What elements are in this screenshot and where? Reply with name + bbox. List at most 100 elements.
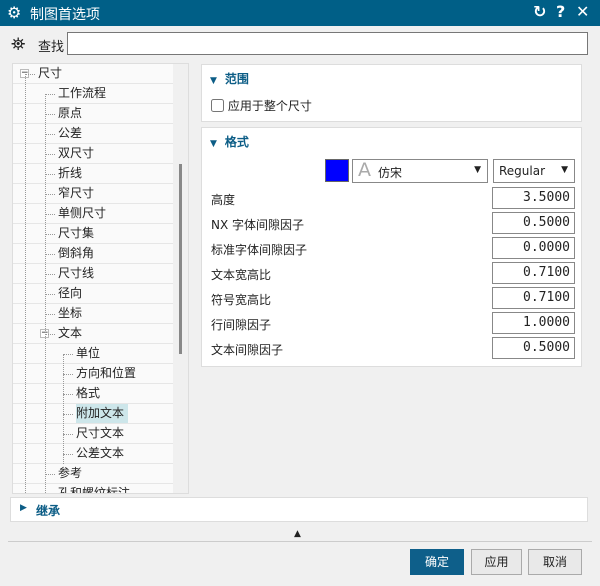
tree-item-label: 孔和螺纹标注 <box>58 486 131 494</box>
tree-item[interactable]: 方向和位置 <box>13 364 173 384</box>
apply-whole-dimension-checkbox[interactable]: 应用于整个尺寸 <box>211 97 312 114</box>
chevron-down-icon: ▼ <box>474 165 481 175</box>
collapse-up-icon[interactable]: ▲ <box>294 529 301 539</box>
tree-item-label: 工作流程 <box>58 86 107 100</box>
chevron-down-icon: ▼ <box>561 165 568 175</box>
search-input[interactable] <box>67 32 588 55</box>
field-value-input[interactable]: 0.7100 <box>492 262 575 284</box>
field-value-input[interactable]: 1.0000 <box>492 312 575 334</box>
reset-icon[interactable]: ↻ <box>533 2 546 21</box>
color-swatch[interactable] <box>325 159 349 182</box>
tree-connector <box>45 214 55 215</box>
tree-connector <box>63 374 73 375</box>
field-label: NX 字体间隙因子 <box>211 218 305 232</box>
tree-connector <box>63 354 73 355</box>
font-dropdown[interactable]: A 仿宋 ▼ <box>352 159 488 183</box>
tree-connector <box>45 154 55 155</box>
apply-button[interactable]: 应用 <box>471 549 522 575</box>
tree-item-label: 双尺寸 <box>58 146 95 160</box>
format-header[interactable]: ▼ 格式 <box>210 133 249 150</box>
tree-item-label: 尺寸 <box>38 66 63 80</box>
tree-connector <box>63 434 73 435</box>
field-value-input[interactable]: 0.5000 <box>492 337 575 359</box>
tree-item[interactable]: 附加文本 <box>13 404 173 424</box>
tree-connector <box>45 94 55 95</box>
field-value-input[interactable]: 0.7100 <box>492 287 575 309</box>
tree-item[interactable]: 尺寸集 <box>13 224 173 244</box>
tree-item[interactable]: − 文本 <box>13 324 173 344</box>
tree-item-label: 参考 <box>58 466 83 480</box>
field-label: 高度 <box>211 193 236 207</box>
tree-item-label: 单侧尺寸 <box>58 206 107 220</box>
tree-item-label: 尺寸文本 <box>76 426 125 440</box>
inherit-section[interactable]: ▶ 继承 <box>10 497 588 522</box>
range-section: ▼ 范围 应用于整个尺寸 <box>201 64 582 122</box>
tree-item[interactable]: 坐标 <box>13 304 173 324</box>
tree-item[interactable]: 参考 <box>13 464 173 484</box>
format-section: ▼ 格式 A 仿宋 ▼ Regular ▼ 高度 3.5000 NX 字体间隙因子 0.… <box>201 127 582 367</box>
inherit-header: 继承 <box>36 504 61 518</box>
tree-connector <box>25 74 26 493</box>
tree-item[interactable]: 格式 <box>13 384 173 404</box>
tree-item[interactable]: 尺寸文本 <box>13 424 173 444</box>
tree-item[interactable]: 双尺寸 <box>13 144 173 164</box>
tree-item-label: 单位 <box>76 346 101 360</box>
tree-connector <box>45 134 55 135</box>
cancel-button[interactable]: 取消 <box>528 549 582 575</box>
tree-connector <box>45 314 55 315</box>
gear-icon: ⚙ <box>7 3 22 22</box>
tree-item-label: 径向 <box>58 286 83 300</box>
tree-item[interactable]: 单位 <box>13 344 173 364</box>
tree-item[interactable]: 倒斜角 <box>13 244 173 264</box>
tree-item[interactable]: 径向 <box>13 284 173 304</box>
tree-item-label: 倒斜角 <box>58 246 95 260</box>
tree-item-label: 原点 <box>58 106 83 120</box>
tree-item[interactable]: 尺寸线 <box>13 264 173 284</box>
tree-item[interactable]: 公差文本 <box>13 444 173 464</box>
field-value-input[interactable]: 3.5000 <box>492 187 575 209</box>
tree-item[interactable]: 工作流程 <box>13 84 173 104</box>
tree-item-label: 公差 <box>58 126 83 140</box>
tree-item[interactable]: 单侧尺寸 <box>13 204 173 224</box>
range-header[interactable]: ▼ 范围 <box>210 70 249 87</box>
tree-item[interactable]: 公差 <box>13 124 173 144</box>
expand-triangle-icon: ▶ <box>20 503 27 513</box>
ok-button[interactable]: 确定 <box>410 549 464 575</box>
tree-item-label: 公差文本 <box>76 446 125 460</box>
field-value-input[interactable]: 0.5000 <box>492 212 575 234</box>
scrollbar-thumb[interactable] <box>179 164 182 354</box>
tree-item-label: 文本 <box>58 326 83 340</box>
tree-item-label: 尺寸线 <box>58 266 95 280</box>
tree-item[interactable]: 原点 <box>13 104 173 124</box>
tree-item-label: 格式 <box>76 386 101 400</box>
tree-connector <box>45 254 55 255</box>
tree-item[interactable]: 孔和螺纹标注 <box>13 484 173 494</box>
tree-item-label: 坐标 <box>58 306 83 320</box>
field-value-input[interactable]: 0.0000 <box>492 237 575 259</box>
tree-connector <box>63 394 73 395</box>
expand-triangle-icon: ▼ <box>210 76 217 86</box>
tree-item-label: 窄尺寸 <box>58 186 95 200</box>
tree-item[interactable]: 折线 <box>13 164 173 184</box>
tree-connector <box>45 274 55 275</box>
field-label: 文本间隙因子 <box>211 343 284 357</box>
field-label: 行间隙因子 <box>211 318 272 332</box>
tree-connector <box>63 414 73 415</box>
tree-item-label: 附加文本 <box>76 404 129 423</box>
tree-item-label: 方向和位置 <box>76 366 137 380</box>
dialog-title: 制图首选项 <box>30 7 100 23</box>
tree-connector <box>45 234 55 235</box>
tree-item[interactable]: − 尺寸 <box>13 64 173 84</box>
checkbox[interactable] <box>211 99 224 112</box>
font-style-dropdown[interactable]: Regular ▼ <box>493 159 575 183</box>
tree-item-label: 折线 <box>58 166 83 180</box>
tree-item[interactable]: 窄尺寸 <box>13 184 173 204</box>
divider <box>8 541 592 542</box>
tree-connector <box>63 354 64 464</box>
close-icon[interactable]: ✕ <box>576 2 589 21</box>
tree-connector <box>45 474 55 475</box>
title-bar: ⚙ 制图首选项 ↻ ? ✕ <box>0 0 600 26</box>
tree-connector <box>45 334 55 335</box>
help-icon[interactable]: ? <box>556 2 565 21</box>
field-label: 符号宽高比 <box>211 293 272 307</box>
